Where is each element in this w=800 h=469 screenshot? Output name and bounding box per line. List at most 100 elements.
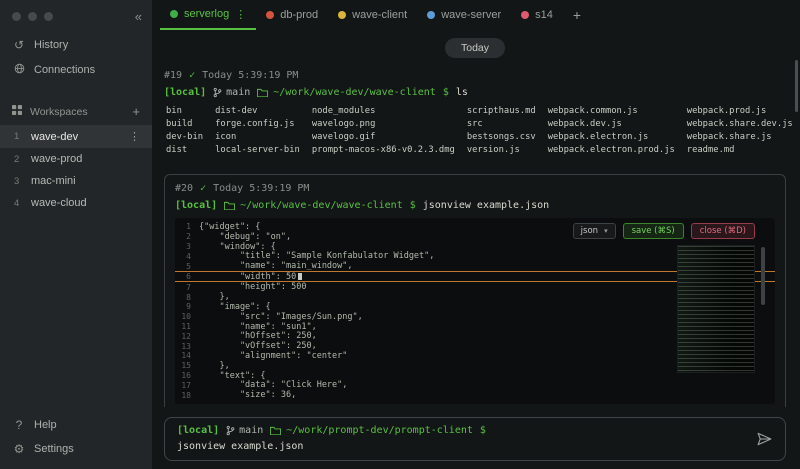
prompt-symbol: $ (410, 200, 416, 211)
workspace-index: 3 (14, 176, 22, 187)
command-block-19[interactable]: #19 ✓ Today 5:39:19 PM [local] main ~/wo… (164, 70, 786, 158)
workspace-item-mac-mini[interactable]: 3 mac-mini (0, 170, 152, 192)
working-directory-path: ~/work/wave-dev/wave-client (273, 87, 436, 98)
command-block-20[interactable]: #20 ✓ Today 5:39:19 PM [local] ~/work/wa… (164, 174, 786, 407)
tab-color-dot (427, 11, 435, 19)
file-name: readme.md (687, 145, 793, 158)
ls-output: bin build dev-bin dist dist-dev forge.co… (166, 106, 786, 158)
git-branch-name: main (226, 87, 250, 98)
code-line: "title": "Sample Konfabulator Widget", (199, 251, 434, 261)
editor-scrollbar-thumb[interactable] (761, 247, 765, 305)
working-directory-path: ~/work/wave-dev/wave-client (240, 200, 403, 211)
sidebar-item-settings[interactable]: ⚙ Settings (0, 437, 152, 461)
viewer-mode-select[interactable]: json ▾ (573, 223, 616, 239)
tab-serverlog[interactable]: serverlog ⋮ (160, 0, 256, 30)
file-name: prompt-macos-x86-v0.2.3.dmg (312, 145, 455, 158)
new-tab-button[interactable]: + (563, 0, 591, 30)
minimize-window-button[interactable] (28, 12, 37, 21)
line-number: 8 (175, 293, 199, 302)
tab-bar: serverlog ⋮ db-prod wave-client wave-ser… (152, 0, 800, 30)
line-number: 6 (175, 272, 199, 281)
json-viewer[interactable]: 1{"widget": { 2 "debug": "on", 3 "window… (175, 218, 775, 404)
history-icon: ↺ (12, 39, 26, 51)
add-workspace-button[interactable]: + (132, 104, 140, 119)
collapse-sidebar-icon[interactable]: « (135, 10, 142, 23)
line-number: 13 (175, 342, 199, 351)
file-name: webpack.dev.js (548, 119, 675, 132)
line-number: 3 (175, 242, 199, 251)
prompt-symbol: $ (480, 425, 486, 436)
git-branch-name: main (239, 425, 263, 436)
command-input[interactable]: jsonview example.json (177, 441, 745, 452)
scrollbar-thumb[interactable] (795, 60, 798, 112)
viewer-save-button[interactable]: save (⌘S) (623, 223, 684, 239)
date-separator-pill: Today (445, 38, 505, 58)
workspace-index: 1 (14, 131, 22, 142)
line-number: 5 (175, 262, 199, 271)
minimap[interactable] (677, 245, 755, 373)
close-window-button[interactable] (12, 12, 21, 21)
sidebar-item-history[interactable]: ↺ History (0, 33, 152, 57)
tab-label: db-prod (280, 9, 318, 21)
command-text: jsonview example.json (423, 200, 549, 211)
sidebar-footer: ? Help ⚙ Settings (0, 413, 152, 469)
block-timestamp: Today 5:39:19 PM (213, 183, 309, 194)
tab-color-dot (338, 11, 346, 19)
prompt-symbol: $ (443, 87, 449, 98)
code-line: "debug": "on", (199, 232, 291, 242)
sidebar-item-connections[interactable]: Connections (0, 57, 152, 82)
tab-s14[interactable]: s14 (511, 0, 563, 30)
code-line: }, (199, 292, 230, 302)
file-name: scripthaus.md (467, 106, 536, 119)
code-line: "image": { (199, 302, 271, 312)
file-name: src (467, 119, 536, 132)
line-number: 17 (175, 381, 199, 390)
tab-db-prod[interactable]: db-prod (256, 0, 328, 30)
help-label: Help (34, 419, 57, 431)
send-command-icon[interactable] (756, 431, 773, 448)
workspace-index: 4 (14, 198, 22, 209)
viewer-close-button[interactable]: close (⌘D) (691, 223, 755, 239)
workspace-item-wave-dev[interactable]: 1 wave-dev ⋮ (0, 125, 152, 148)
workspace-item-wave-cloud[interactable]: 4 wave-cloud (0, 192, 152, 214)
workspace-name: wave-cloud (31, 197, 87, 209)
code-line: "height": 500 (199, 282, 306, 292)
working-directory: ~/work/wave-dev/wave-client (224, 200, 403, 211)
line-number: 1 (175, 222, 199, 231)
tab-menu-icon[interactable]: ⋮ (235, 8, 246, 21)
line-number: 16 (175, 371, 199, 380)
viewer-mode-value: json (581, 226, 598, 236)
wave-terminal-window: « ↺ History Connections Workspaces + 1 w… (0, 0, 800, 469)
code-line: "width": 50 (199, 272, 296, 282)
globe-icon (12, 63, 26, 76)
git-branch: main (226, 425, 263, 436)
command-text: ls (456, 87, 468, 98)
history-label: History (34, 39, 68, 51)
text-cursor (298, 273, 302, 280)
tab-color-dot (266, 11, 274, 19)
traffic-lights[interactable] (12, 12, 53, 21)
code-line: "alignment": "center" (199, 351, 347, 361)
file-name: node_modules (312, 106, 455, 119)
tab-wave-server[interactable]: wave-server (417, 0, 511, 30)
tab-label: wave-client (352, 9, 407, 21)
sidebar-item-help[interactable]: ? Help (0, 413, 152, 437)
line-number: 11 (175, 322, 199, 331)
code-line: "window": { (199, 242, 276, 252)
workspace-index: 2 (14, 154, 22, 165)
line-number: 15 (175, 361, 199, 370)
settings-label: Settings (34, 443, 74, 455)
file-name: dist-dev (215, 106, 300, 119)
workspace-item-wave-prod[interactable]: 2 wave-prod (0, 148, 152, 170)
zoom-window-button[interactable] (44, 12, 53, 21)
file-name: build (166, 119, 203, 132)
file-name: webpack.share.dev.js (687, 119, 793, 132)
workspaces-label: Workspaces (30, 106, 88, 118)
code-line: "hOffset": 250, (199, 331, 317, 341)
workspace-menu-icon[interactable]: ⋮ (129, 130, 140, 143)
tab-color-dot (521, 11, 529, 19)
git-branch: main (213, 87, 250, 98)
command-input-bar[interactable]: [local] main ~/work/prompt-dev/prompt-cl… (164, 417, 786, 461)
block-timestamp: Today 5:39:19 PM (202, 70, 298, 81)
tab-wave-client[interactable]: wave-client (328, 0, 417, 30)
